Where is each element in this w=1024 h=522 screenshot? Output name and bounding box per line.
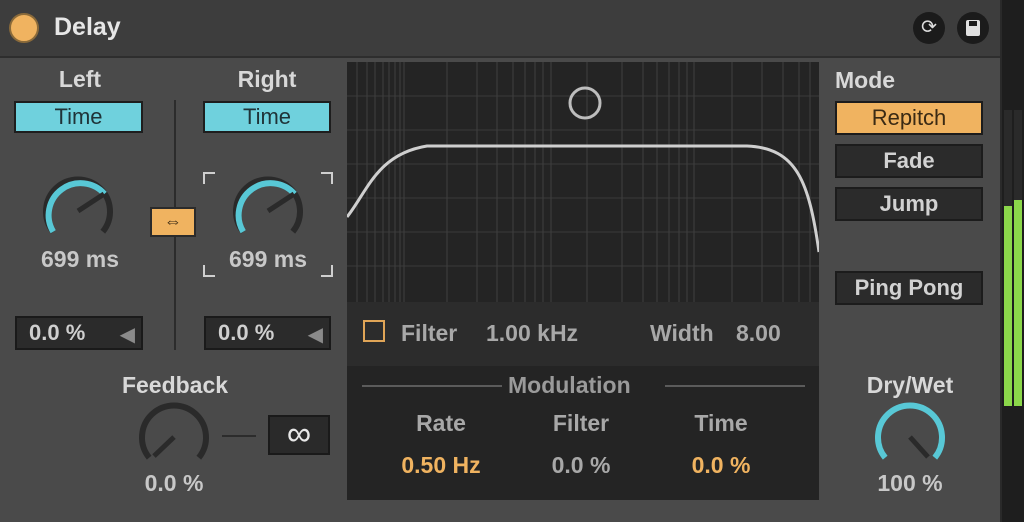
filter-label: Filter: [401, 320, 458, 346]
mod-filter-value[interactable]: 0.0 %: [530, 452, 632, 479]
right-label: Right: [237, 66, 297, 92]
right-time-mode-button[interactable]: Time: [203, 101, 331, 133]
delay-device: Delay ⟳ Left Time 699 ms 0.0 % ◀ ⇔ Right…: [0, 0, 1002, 522]
device-title-bar[interactable]: Delay ⟳: [0, 0, 1000, 58]
left-time-knob[interactable]: [38, 174, 118, 246]
output-meter-right: [1014, 110, 1022, 406]
mod-rate-label: Rate: [416, 410, 466, 436]
feedback-value: 0.0 %: [144, 470, 204, 496]
left-offset-value: 0.0 %: [29, 320, 86, 345]
modulation-title: Modulation: [508, 372, 631, 398]
right-time-value: 699 ms: [228, 246, 307, 272]
left-offset-field[interactable]: 0.0 % ◀: [15, 316, 143, 350]
ping-pong-button[interactable]: Ping Pong: [835, 271, 983, 305]
filter-width-value[interactable]: 8.00: [736, 320, 781, 347]
triangle-left-icon: ◀: [307, 324, 323, 346]
right-offset-field[interactable]: 0.0 % ◀: [204, 316, 331, 350]
filter-width-label: Width: [650, 320, 714, 346]
mod-time-label: Time: [694, 410, 748, 436]
device-activator-button[interactable]: [9, 13, 39, 43]
mode-fade-button[interactable]: Fade: [835, 144, 983, 178]
mod-time-value[interactable]: 0.0 %: [670, 452, 772, 479]
filter-response-graph[interactable]: [347, 62, 819, 302]
feedback-label: Feedback: [121, 372, 229, 398]
filter-toggle-checkbox[interactable]: [363, 320, 385, 342]
filter-handle[interactable]: [568, 86, 602, 120]
device-title: Delay: [54, 13, 121, 41]
dry-wet-value: 100 %: [877, 470, 943, 496]
filter-frequency-value[interactable]: 1.00 kHz: [486, 320, 578, 347]
dry-wet-label: Dry/Wet: [866, 372, 954, 398]
freeze-button[interactable]: ∞: [268, 415, 330, 455]
triangle-left-icon: ◀: [119, 324, 135, 346]
mod-filter-label: Filter: [552, 410, 610, 436]
feedback-knob[interactable]: [134, 400, 214, 472]
hot-swap-icon[interactable]: ⟳: [913, 12, 945, 44]
mode-repitch-button[interactable]: Repitch: [835, 101, 983, 135]
right-time-knob[interactable]: [228, 174, 308, 246]
modulation-divider-right: [665, 385, 805, 387]
mod-rate-value[interactable]: 0.50 Hz: [385, 452, 497, 479]
dry-wet-knob[interactable]: [870, 400, 950, 472]
output-meter-left: [1004, 110, 1012, 406]
save-icon[interactable]: [957, 12, 989, 44]
left-time-mode-button[interactable]: Time: [14, 101, 143, 133]
feedback-connector: [222, 435, 256, 437]
mode-jump-button[interactable]: Jump: [835, 187, 983, 221]
modulation-divider-left: [362, 385, 502, 387]
left-time-value: 699 ms: [40, 246, 119, 272]
right-offset-value: 0.0 %: [218, 320, 275, 345]
left-label: Left: [58, 66, 102, 92]
link-channels-button[interactable]: ⇔: [150, 207, 196, 237]
focus-corner: [203, 172, 215, 184]
mode-label: Mode: [835, 67, 896, 93]
focus-corner: [321, 172, 333, 184]
